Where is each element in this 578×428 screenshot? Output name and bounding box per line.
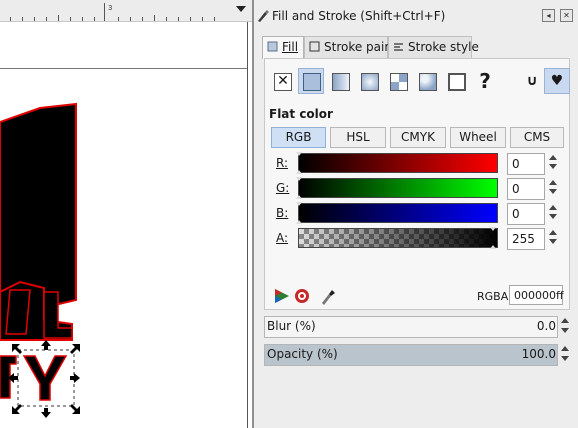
opacity-row: Opacity (%) 100.0: [264, 344, 570, 366]
blur-stepper[interactable]: [560, 316, 570, 338]
fill-rule-nonzero-button[interactable]: ♥: [544, 68, 570, 94]
red-channel-slider[interactable]: [298, 153, 498, 173]
swatch-button[interactable]: [414, 68, 440, 94]
flat-color-icon: [303, 73, 321, 91]
evenodd-icon: ∪: [526, 73, 538, 89]
rgb-mode-button[interactable]: RGB: [271, 127, 326, 148]
pattern-icon: [390, 73, 408, 91]
blue-channel-input[interactable]: 0: [507, 203, 545, 225]
cms-mode-button[interactable]: CMS: [510, 127, 564, 148]
out-of-gamut-icon[interactable]: [293, 287, 311, 305]
fill-and-stroke-dialog: Fill and Stroke (Shift+Ctrl+F) ◂ ✕ Fill …: [252, 0, 578, 428]
artwork[interactable]: [0, 0, 252, 428]
red-channel-stepper[interactable]: [547, 153, 559, 175]
red-channel-label: R:: [276, 156, 289, 170]
letter-y: [22, 355, 68, 401]
red-channel-input[interactable]: 0: [507, 153, 545, 175]
alpha-channel-stepper[interactable]: [547, 228, 559, 250]
color-mode-tabs: RGB HSL CMYK Wheel CMS: [271, 127, 564, 149]
alpha-channel-label: A:: [276, 231, 289, 245]
paint-type-row: ✕ ? ∪ ♥: [269, 68, 570, 98]
pattern-button[interactable]: [385, 68, 411, 94]
marker-button[interactable]: [443, 68, 469, 94]
red-channel-row: R: 0: [271, 152, 565, 175]
wheel-mode-button[interactable]: Wheel: [450, 127, 506, 148]
tab-fill[interactable]: Fill: [262, 36, 304, 59]
linear-gradient-button[interactable]: [327, 68, 353, 94]
collapse-button[interactable]: ◂: [542, 9, 555, 22]
blue-channel-stepper[interactable]: [547, 203, 559, 225]
flat-color-label: Flat color: [269, 107, 333, 121]
stroke-paint-tab-icon: [309, 41, 320, 52]
tab-stroke-paint[interactable]: Stroke paint: [304, 36, 397, 58]
blue-channel-row: B: 0: [271, 202, 565, 225]
blue-channel-label: B:: [276, 206, 289, 220]
flat-color-button[interactable]: [298, 68, 324, 94]
color-managed-icon[interactable]: [273, 287, 291, 305]
fill-tab-panel: ✕ ? ∪ ♥ Flat color RGB HSL CMYK Wheel CM…: [264, 58, 570, 310]
swatch-icon: [419, 73, 437, 91]
dialog-titlebar[interactable]: Fill and Stroke (Shift+Ctrl+F) ◂ ✕: [254, 6, 578, 28]
linear-gradient-icon: [332, 73, 350, 91]
tab-stroke-style[interactable]: Stroke style: [388, 36, 479, 58]
rgba-label: RGBA:: [477, 290, 512, 303]
question-mark-icon: ?: [479, 69, 491, 93]
opacity-stepper[interactable]: [560, 344, 570, 366]
green-channel-input[interactable]: 0: [507, 178, 545, 200]
green-channel-stepper[interactable]: [547, 178, 559, 200]
radial-gradient-icon: [361, 73, 379, 91]
blur-row: Blur (%) 0.0: [264, 316, 570, 338]
radial-gradient-button[interactable]: [356, 68, 382, 94]
green-channel-slider[interactable]: [298, 178, 498, 198]
dialog-title: Fill and Stroke (Shift+Ctrl+F): [272, 9, 446, 23]
opacity-value: 100.0: [521, 347, 556, 361]
green-channel-label: G:: [276, 181, 290, 195]
blue-channel-slider[interactable]: [298, 203, 498, 223]
nonzero-icon: ♥: [550, 73, 564, 89]
x-icon: ✕: [274, 73, 292, 91]
unset-paint-button[interactable]: ?: [472, 68, 498, 94]
stroke-style-tab-icon: [394, 43, 403, 51]
eyedropper-icon[interactable]: [319, 286, 337, 306]
cmyk-mode-button[interactable]: CMYK: [390, 127, 446, 148]
close-icon[interactable]: ✕: [560, 9, 573, 22]
green-channel-row: G: 0: [271, 177, 565, 200]
alpha-channel-slider[interactable]: [298, 228, 498, 248]
alpha-channel-row: A: 255: [271, 227, 565, 250]
fill-tab-icon: [267, 41, 278, 52]
blur-label: Blur (%): [267, 319, 316, 333]
alpha-channel-input[interactable]: 255: [507, 228, 545, 250]
marker-icon: [448, 73, 466, 91]
rgba-input[interactable]: 000000ff: [509, 285, 564, 305]
opacity-label: Opacity (%): [267, 347, 338, 361]
fill-rule-evenodd-button[interactable]: ∪: [519, 68, 545, 94]
canvas-area[interactable]: 3: [0, 0, 252, 428]
paintbrush-icon: [258, 10, 269, 22]
blur-value: 0.0: [536, 319, 556, 333]
no-paint-button[interactable]: ✕: [269, 68, 295, 94]
hsl-mode-button[interactable]: HSL: [330, 127, 386, 148]
color-tools-row: RGBA: 000000ff: [269, 285, 567, 307]
